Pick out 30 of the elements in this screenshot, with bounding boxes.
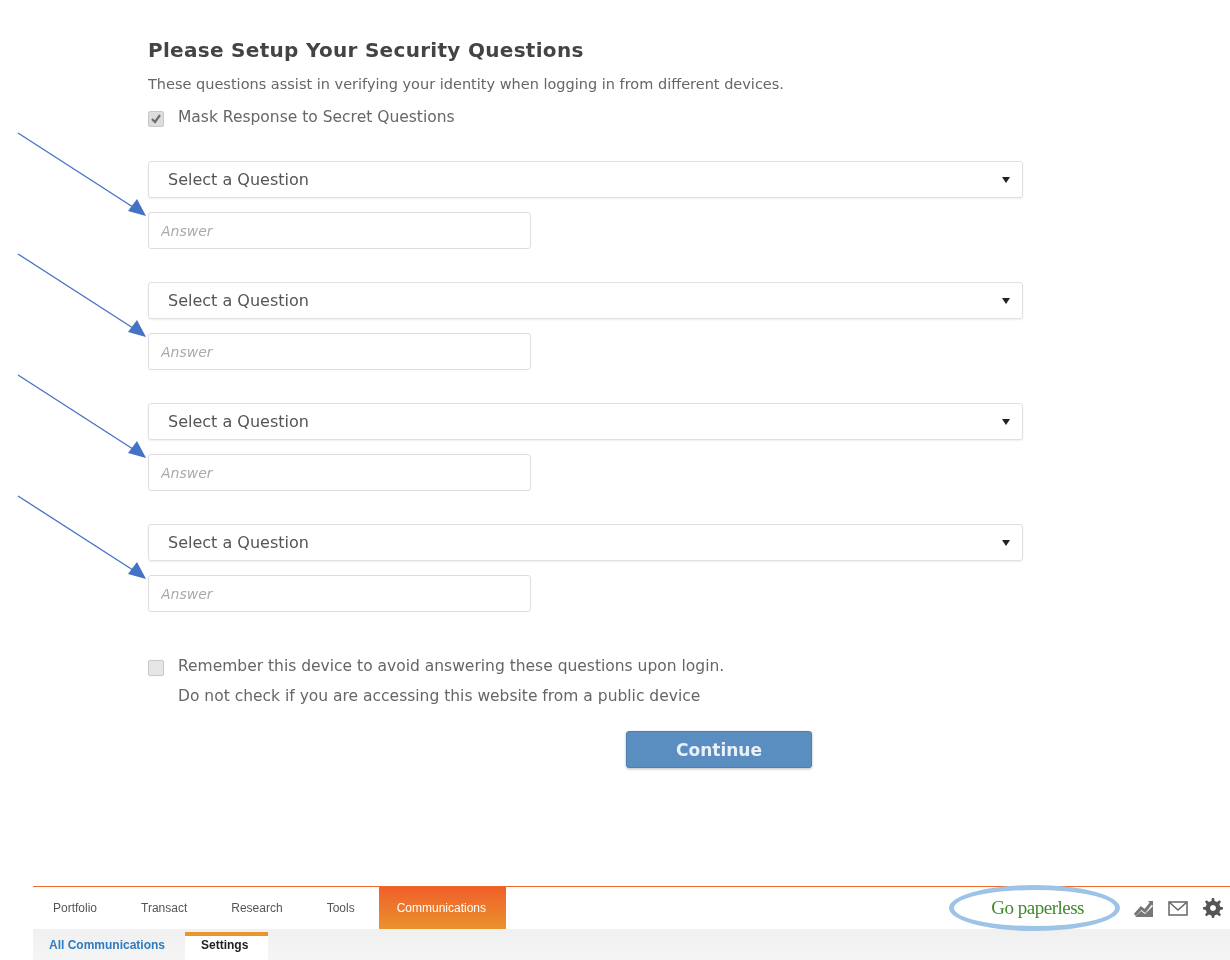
caret-icon — [1002, 418, 1010, 425]
question-select[interactable]: Select a Question — [148, 161, 1023, 198]
checkbox-note: Do not check if you are accessing this website from a public device — [178, 687, 702, 705]
caret-icon — [1002, 176, 1010, 183]
nav-tab[interactable]: Research — [211, 887, 307, 929]
checkbox-label: Mask Response to Secret Questions — [178, 108, 455, 126]
go-paperless-link[interactable]: Go paperless — [991, 897, 1084, 918]
mail-icon — [1168, 899, 1188, 917]
question-select[interactable]: Select a Question — [148, 403, 1023, 440]
checkbox[interactable] — [148, 111, 164, 127]
form-subtitle: These questions assist in verifying your identity when logging in from different devices. — [148, 76, 785, 92]
question-select[interactable]: Select a Question — [148, 524, 1023, 561]
chart-icon — [1134, 898, 1154, 918]
checkbox-label: Remember this device to avoid answering these questions upon login. — [178, 657, 725, 675]
subnav-tab[interactable]: Settings — [185, 932, 269, 960]
answer-field[interactable]: Answer — [148, 454, 531, 491]
subnav-tab[interactable]: All Communications — [33, 932, 185, 960]
checkbox[interactable] — [148, 660, 164, 676]
nav-tab[interactable]: Transact — [121, 887, 212, 929]
answer-field[interactable]: Answer — [148, 333, 531, 370]
nav-tab[interactable]: Portfolio — [33, 887, 122, 929]
nav-tab[interactable]: Tools — [306, 887, 379, 929]
caret-icon — [1002, 539, 1010, 546]
caret-icon — [1002, 297, 1010, 304]
check-icon — [150, 113, 162, 125]
answer-field[interactable]: Answer — [148, 212, 531, 249]
question-select[interactable]: Select a Question — [148, 282, 1023, 319]
settings-icon — [1202, 897, 1224, 919]
answer-field[interactable]: Answer — [148, 575, 531, 612]
form-title: Please Setup Your Security Questions — [148, 38, 585, 62]
